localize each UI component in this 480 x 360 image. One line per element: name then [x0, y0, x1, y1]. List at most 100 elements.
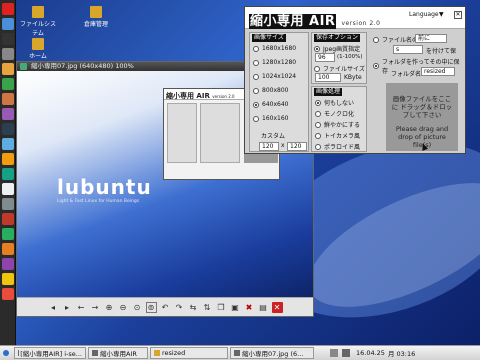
- flip-h-icon[interactable]: ⇆: [188, 302, 199, 313]
- effect-radio[interactable]: [315, 143, 321, 150]
- camera-icon[interactable]: [2, 258, 14, 270]
- effect-option[interactable]: トイカメラ風: [315, 131, 360, 140]
- size-radio[interactable]: [253, 87, 259, 94]
- jpeg-quality-input[interactable]: 96: [315, 53, 335, 62]
- effect-option[interactable]: 何もしない: [315, 98, 354, 107]
- folder-icon: [90, 6, 102, 18]
- chart-icon[interactable]: [2, 168, 14, 180]
- filename-suffix-label: を付けて保: [426, 48, 457, 55]
- folder-radio[interactable]: [373, 63, 379, 69]
- filename-position-select[interactable]: 前に: [415, 34, 447, 43]
- rotate-right-icon[interactable]: ↷: [174, 302, 185, 313]
- size-option[interactable]: 1024x1024: [253, 73, 296, 80]
- forward-icon[interactable]: →: [90, 302, 101, 313]
- back-icon[interactable]: ←: [76, 302, 87, 313]
- size-radio[interactable]: [253, 115, 259, 122]
- map-icon[interactable]: [2, 243, 14, 255]
- image-icon[interactable]: [2, 108, 14, 120]
- opera-icon[interactable]: [2, 3, 14, 15]
- tray-time[interactable]: 月 03:16: [388, 348, 415, 358]
- game-icon[interactable]: [2, 228, 14, 240]
- effects-header: 画像処理: [314, 88, 343, 96]
- taskbar-item[interactable]: 縮小専用AIR: [88, 347, 148, 359]
- mail-icon[interactable]: [2, 63, 14, 75]
- size-option[interactable]: 1280x1280: [253, 59, 296, 66]
- size-radio[interactable]: [253, 73, 259, 80]
- taskbar-item[interactable]: resized: [150, 347, 228, 359]
- effect-radio[interactable]: [315, 110, 321, 117]
- size-option[interactable]: 1680x1680: [253, 45, 296, 52]
- flip-v-icon[interactable]: ⇅: [202, 302, 213, 313]
- start-menu-button[interactable]: [0, 347, 12, 359]
- desktop-icon-label: 倉庫管理: [83, 21, 108, 28]
- effect-radio[interactable]: [315, 121, 321, 128]
- effect-radio[interactable]: [315, 132, 321, 139]
- size-radio[interactable]: [253, 59, 259, 66]
- zoom-out-icon[interactable]: ⊖: [118, 302, 129, 313]
- folder-icon[interactable]: [2, 18, 14, 30]
- office-icon[interactable]: [2, 213, 14, 225]
- filename-prefix-input[interactable]: s: [393, 45, 423, 54]
- desktop-icon-home[interactable]: ホーム: [18, 38, 58, 60]
- size-radio[interactable]: [253, 101, 259, 108]
- tray-date[interactable]: 16.04.25: [356, 349, 385, 357]
- jpeg-quality-radio[interactable]: [314, 45, 320, 52]
- delete-icon[interactable]: ✖: [244, 302, 255, 313]
- filesize-radio[interactable]: [314, 65, 320, 72]
- drop-text-jp: 画像ファイルをここに ドラッグ＆ドロップして下さい: [391, 95, 453, 119]
- trash-icon[interactable]: [2, 198, 14, 210]
- folder-name-input[interactable]: resized: [421, 67, 455, 76]
- notes-icon[interactable]: [2, 183, 14, 195]
- drop-zone[interactable]: 画像ファイルをここに ドラッグ＆ドロップして下さい Please drag an…: [386, 83, 458, 151]
- viewer-toolbar: ◂ ▸ ← → ⊕ ⊖ ⊙ ⊚ ↶ ↷ ⇆ ⇅ ❐ ▣ ✖ ▤ ✕: [17, 297, 313, 316]
- size-option[interactable]: 800x800: [253, 87, 288, 94]
- left-arrow-icon[interactable]: ◂: [48, 302, 59, 313]
- jpeg-quality-option[interactable]: Jpeg画質指定: [314, 44, 360, 53]
- save-icon[interactable]: ▣: [230, 302, 241, 313]
- custom-height-input[interactable]: 120: [287, 142, 307, 151]
- right-arrow-icon[interactable]: ▸: [62, 302, 73, 313]
- effect-option[interactable]: ポラロイド風: [315, 142, 360, 151]
- desktop-icon-storage[interactable]: 倉庫管理: [76, 6, 116, 28]
- tray-network-icon[interactable]: [330, 349, 338, 357]
- rotate-left-icon[interactable]: ↶: [160, 302, 171, 313]
- close-icon[interactable]: ✕: [454, 11, 462, 19]
- effect-option[interactable]: モノクロ化: [315, 109, 354, 118]
- preferences-icon[interactable]: ▤: [258, 302, 269, 313]
- size-label: 800x800: [262, 87, 289, 94]
- settings-icon[interactable]: [2, 48, 14, 60]
- browser-icon[interactable]: [2, 78, 14, 90]
- video-icon[interactable]: [2, 123, 14, 135]
- taskbar-item[interactable]: [縮小専用AIR] i-se...: [14, 347, 86, 359]
- size-radio[interactable]: [253, 45, 259, 52]
- chat-icon[interactable]: [2, 138, 14, 150]
- music-icon[interactable]: [2, 93, 14, 105]
- size-option[interactable]: 640x640: [253, 101, 288, 108]
- effect-option[interactable]: 鮮やかにする: [315, 120, 360, 129]
- tray-volume-icon[interactable]: [342, 349, 350, 357]
- filename-option[interactable]: ファイル名の: [373, 35, 418, 44]
- close-icon[interactable]: ✕: [271, 301, 283, 313]
- language-label[interactable]: Language: [409, 11, 439, 18]
- copy-icon[interactable]: ❐: [216, 302, 227, 313]
- filename-radio[interactable]: [373, 36, 379, 43]
- zoom-100-icon[interactable]: ⊚: [145, 301, 157, 313]
- filesize-option[interactable]: ファイルサイズ: [314, 64, 365, 73]
- zoom-fit-icon[interactable]: ⊙: [132, 302, 143, 313]
- clock-icon[interactable]: [2, 273, 14, 285]
- app-body: 画像サイズ 1680x1680 1280x1280 1024x1024 800x800…: [245, 29, 465, 153]
- save-options-panel: 保存オプション Jpeg画質指定 96 (1-100%) ファイルサイズ 100…: [311, 32, 367, 84]
- terminal-icon[interactable]: [2, 33, 14, 45]
- language-dropdown-icon[interactable]: ▼: [439, 11, 444, 18]
- size-label: 1680x1680: [262, 45, 297, 52]
- filesize-input[interactable]: 100: [315, 73, 341, 82]
- resize-app-window[interactable]: 縮小専用 AIR version 2.0 Language ▼ ✕ 画像サイズ …: [244, 6, 466, 154]
- size-option[interactable]: 160x160: [253, 115, 288, 122]
- effect-radio[interactable]: [315, 99, 321, 106]
- zoom-in-icon[interactable]: ⊕: [104, 302, 115, 313]
- desktop-icon-filesystem[interactable]: ファイルシステム: [18, 6, 58, 37]
- power-icon[interactable]: [2, 288, 14, 300]
- custom-width-input[interactable]: 120: [259, 142, 279, 151]
- calendar-icon[interactable]: [2, 153, 14, 165]
- taskbar-item[interactable]: 縮小専用07.jpg (6...: [230, 347, 314, 359]
